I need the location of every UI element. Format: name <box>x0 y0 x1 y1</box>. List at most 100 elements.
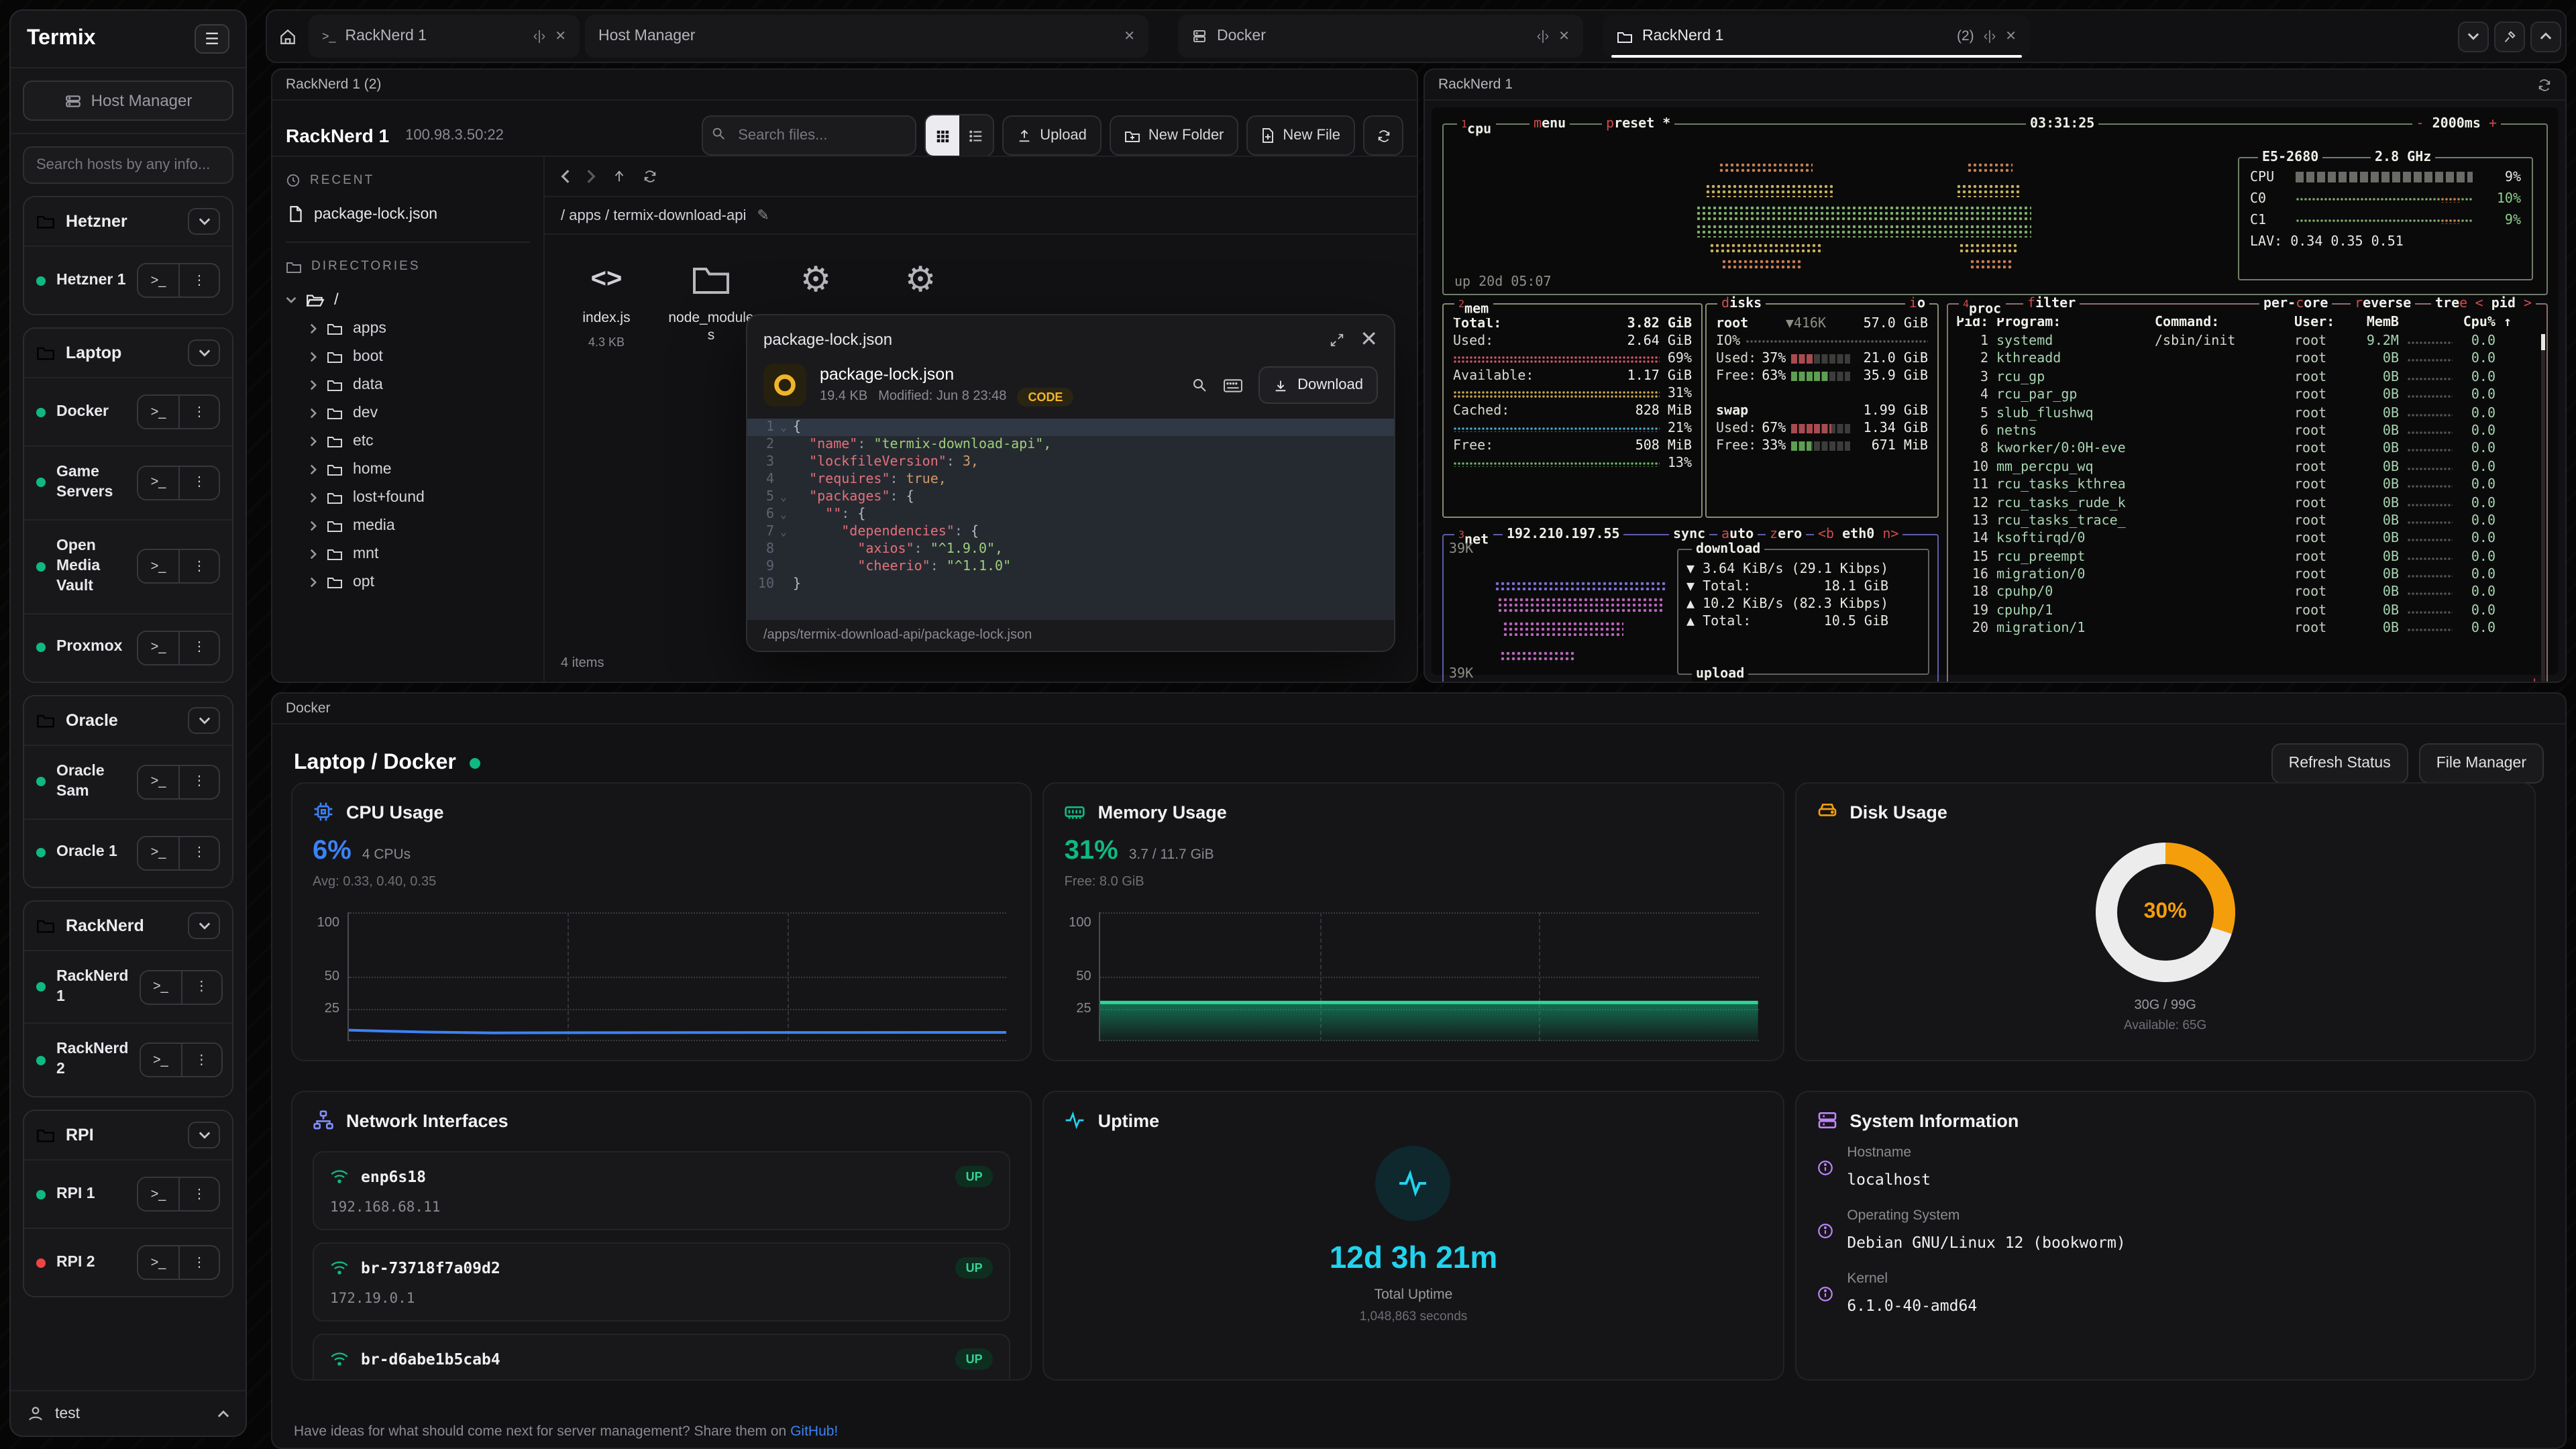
refresh-status-button[interactable]: Refresh Status <box>2271 743 2408 784</box>
new-folder-button[interactable]: New Folder <box>1110 115 1239 156</box>
host-terminal-button[interactable]: >_ <box>140 1044 180 1077</box>
group-collapse-button[interactable] <box>188 1122 220 1149</box>
group-collapse-button[interactable] <box>188 339 220 366</box>
terminal-screen[interactable]: 1cpu menu preset * 03:31:25 - 2000ms + <box>1432 107 2559 675</box>
tree-directory-item[interactable]: etc <box>286 427 530 455</box>
nav-back-icon[interactable] <box>561 169 570 184</box>
file-item[interactable]: node_modules <box>668 256 754 349</box>
host-item[interactable]: Oracle Sam >_ ⋮ <box>24 744 232 818</box>
download-button[interactable]: Download <box>1258 366 1378 404</box>
tree-directory-item[interactable]: opt <box>286 568 530 596</box>
process-row[interactable]: 4 rcu_par_gp root 0B 0.0 <box>1956 386 2541 405</box>
host-kebab-button[interactable]: ⋮ <box>178 765 219 798</box>
host-item[interactable]: RackNerd 1 >_ ⋮ <box>24 949 232 1023</box>
file-manager-button[interactable]: File Manager <box>2419 743 2544 784</box>
process-row[interactable]: 20 migration/1 root 0B 0.0 <box>1956 621 2541 639</box>
host-group-header[interactable]: Laptop <box>24 329 232 377</box>
tab-docker[interactable]: Docker ‹|› ✕ <box>1178 15 1583 58</box>
process-row[interactable]: 13 rcu_tasks_trace_ root 0B 0.0 <box>1956 513 2541 531</box>
process-row[interactable]: 8 kworker/0:0H-eve root 0B 0.0 <box>1956 441 2541 459</box>
tree-directory-item[interactable]: data <box>286 370 530 398</box>
process-row[interactable]: 1 systemd /sbin/init root 9.2M 0.0 <box>1956 333 2541 351</box>
tree-directory-item[interactable]: dev <box>286 398 530 427</box>
tree-root-item[interactable]: / <box>286 284 530 314</box>
tree-directory-item[interactable]: media <box>286 511 530 539</box>
host-item[interactable]: Oracle 1 >_ ⋮ <box>24 818 232 886</box>
refresh-icon[interactable] <box>643 169 657 184</box>
host-terminal-button[interactable]: >_ <box>138 631 178 663</box>
host-group-header[interactable]: Oracle <box>24 696 232 744</box>
panel-down-button[interactable] <box>2458 21 2489 52</box>
hamburger-menu-button[interactable]: ☰ <box>195 24 229 54</box>
host-kebab-button[interactable]: ⋮ <box>180 971 221 1003</box>
host-item[interactable]: Open Media Vault >_ ⋮ <box>24 519 232 613</box>
new-file-button[interactable]: New File <box>1246 115 1355 156</box>
host-manager-button[interactable]: Host Manager <box>23 80 233 121</box>
host-kebab-button[interactable]: ⋮ <box>178 551 219 583</box>
chevron-up-icon[interactable] <box>217 1409 229 1417</box>
proc-scrollbar[interactable] <box>2541 334 2545 683</box>
tree-directory-item[interactable]: home <box>286 455 530 483</box>
tab-racknerd1-files-active[interactable]: RackNerd 1 (2) ‹|› ✕ <box>1603 15 2030 58</box>
host-terminal-button[interactable]: >_ <box>138 467 178 499</box>
process-row[interactable]: 16 migration/0 root 0B 0.0 <box>1956 566 2541 584</box>
host-search-input[interactable] <box>23 146 233 184</box>
host-kebab-button[interactable]: ⋮ <box>178 1179 219 1211</box>
host-kebab-button[interactable]: ⋮ <box>178 631 219 663</box>
close-icon[interactable]: ✕ <box>1360 326 1378 353</box>
host-item[interactable]: Docker >_ ⋮ <box>24 377 232 445</box>
tab-host-manager[interactable]: Host Manager ✕ <box>585 15 1148 58</box>
host-terminal-button[interactable]: >_ <box>138 837 178 869</box>
recent-file-item[interactable]: package-lock.json <box>286 199 530 239</box>
host-group-header[interactable]: Hetzner <box>24 197 232 246</box>
host-terminal-button[interactable]: >_ <box>138 1247 178 1279</box>
host-item[interactable]: Game Servers >_ ⋮ <box>24 445 232 519</box>
tree-directory-item[interactable]: mnt <box>286 539 530 568</box>
expand-icon[interactable] <box>1329 332 1344 347</box>
process-row[interactable]: 12 rcu_tasks_rude_k root 0B 0.0 <box>1956 494 2541 513</box>
host-group-header[interactable]: RackNerd <box>24 901 232 949</box>
search-in-file-icon[interactable] <box>1191 377 1208 393</box>
tree-directory-item[interactable]: boot <box>286 342 530 370</box>
host-terminal-button[interactable]: >_ <box>138 551 178 583</box>
host-kebab-button[interactable]: ⋮ <box>178 467 219 499</box>
split-view-icon[interactable]: ‹|› <box>533 29 546 44</box>
sidebar-user-row[interactable]: test <box>11 1390 246 1436</box>
process-row[interactable]: 11 rcu_tasks_kthrea root 0B 0.0 <box>1956 476 2541 494</box>
tree-directory-item[interactable]: apps <box>286 314 530 342</box>
tools-button[interactable] <box>2494 21 2525 52</box>
host-item[interactable]: RackNerd 2 >_ ⋮ <box>24 1023 232 1097</box>
host-item[interactable]: RPI 1 >_ ⋮ <box>24 1160 232 1228</box>
network-interface-item[interactable]: br-73718f7a09d2 UP 172.19.0.1 <box>313 1242 1011 1322</box>
close-icon[interactable]: ✕ <box>2005 29 2017 44</box>
host-terminal-button[interactable]: >_ <box>138 765 178 798</box>
host-item[interactable]: Proxmox >_ ⋮ <box>24 612 232 681</box>
split-view-icon[interactable]: ‹|› <box>1984 29 1996 44</box>
process-row[interactable]: 14 ksoftirqd/0 root 0B 0.0 <box>1956 531 2541 549</box>
keyboard-icon[interactable] <box>1224 378 1242 392</box>
process-row[interactable]: 3 rcu_gp root 0B 0.0 <box>1956 369 2541 387</box>
grid-view-button[interactable] <box>926 115 959 156</box>
network-interface-item[interactable]: enp6s18 UP 192.168.68.11 <box>313 1151 1011 1230</box>
file-search-input[interactable] <box>702 115 916 156</box>
process-row[interactable]: 15 rcu_preempt root 0B 0.0 <box>1956 548 2541 566</box>
github-link[interactable]: GitHub! <box>790 1424 838 1440</box>
process-row[interactable]: 5 slub_flushwq root 0B 0.0 <box>1956 405 2541 423</box>
reconnect-icon[interactable] <box>2537 77 2552 92</box>
list-view-button[interactable] <box>959 115 993 156</box>
tab-racknerd1-terminal[interactable]: >_ RackNerd 1 ‹|› ✕ <box>309 15 580 58</box>
group-collapse-button[interactable] <box>188 912 220 938</box>
host-group-header[interactable]: RPI <box>24 1112 232 1160</box>
host-kebab-button[interactable]: ⋮ <box>178 264 219 297</box>
split-view-icon[interactable]: ‹|› <box>1537 29 1550 44</box>
close-icon[interactable]: ✕ <box>1124 29 1135 44</box>
group-collapse-button[interactable] <box>188 208 220 235</box>
home-button[interactable] <box>271 15 303 58</box>
host-kebab-button[interactable]: ⋮ <box>178 1247 219 1279</box>
process-row[interactable]: 19 cpuhp/1 root 0B 0.0 <box>1956 602 2541 621</box>
close-icon[interactable]: ✕ <box>1558 29 1570 44</box>
process-row[interactable]: 6 netns root 0B 0.0 <box>1956 423 2541 441</box>
host-item[interactable]: Hetzner 1 >_ ⋮ <box>24 246 232 314</box>
nav-up-icon[interactable] <box>612 169 627 184</box>
breadcrumb[interactable]: / apps / termix-download-api <box>561 207 746 223</box>
